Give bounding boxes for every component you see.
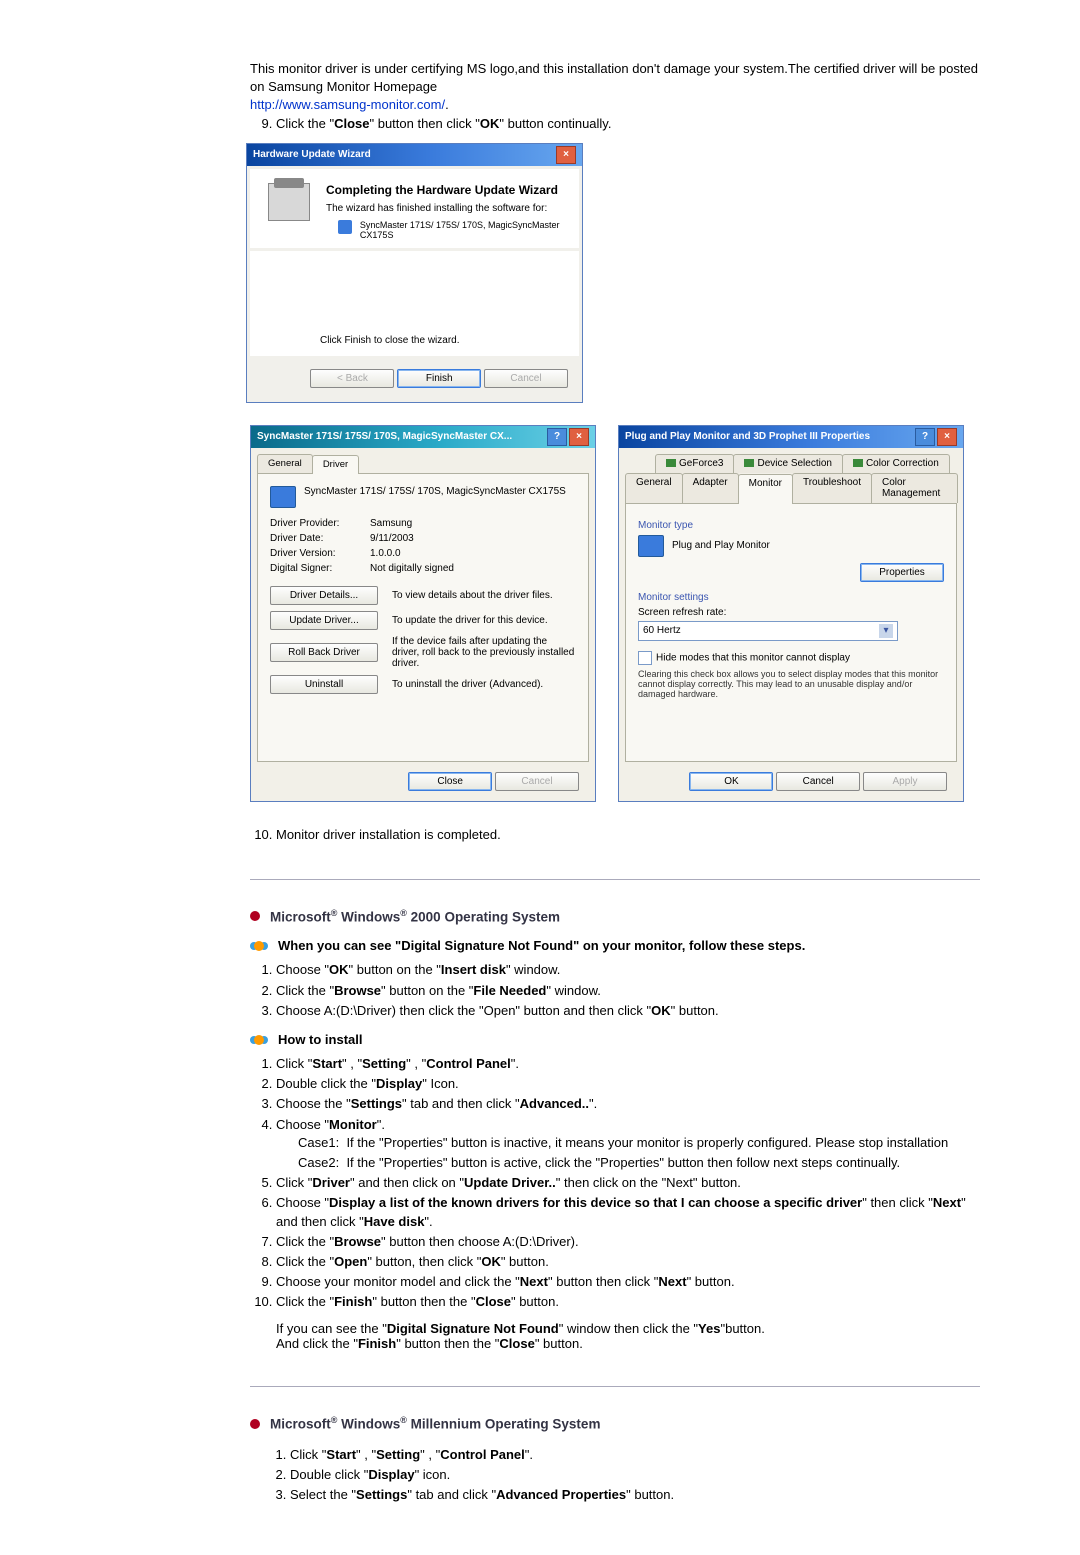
- bullet-o-icon: [250, 1033, 268, 1047]
- wizard-text: The wizard has finished installing the s…: [326, 203, 565, 214]
- bullet-o-icon: [250, 939, 268, 953]
- hide-modes-checkbox[interactable]: [638, 651, 652, 665]
- help-icon[interactable]: ?: [915, 428, 935, 446]
- wizard-titlebar: Hardware Update Wizard ×: [247, 144, 582, 166]
- w2000-case2: Case2: If the "Properties" button is act…: [298, 1154, 980, 1172]
- hide-modes-note: Clearing this check box allows you to se…: [638, 669, 944, 699]
- w2000-step-7: Click the "Browse" button then choose A:…: [276, 1233, 980, 1251]
- w2000-sig-step-2: Click the "Browse" button on the "File N…: [276, 982, 980, 1000]
- properties-button[interactable]: Properties: [860, 563, 944, 582]
- wizard-device: SyncMaster 171S/ 175S/ 170S, MagicSyncMa…: [360, 220, 565, 240]
- group-monitor-type: Monitor type: [638, 520, 944, 531]
- tab-general[interactable]: General: [625, 473, 683, 503]
- w2000-step-6: Choose "Display a list of the known driv…: [276, 1194, 980, 1230]
- driver-props-titlebar: SyncMaster 171S/ 175S/ 170S, MagicSyncMa…: [251, 426, 595, 448]
- monitor-icon: [270, 486, 296, 508]
- close-button[interactable]: Close: [408, 772, 492, 791]
- tab-geforce3[interactable]: GeForce3: [655, 454, 734, 473]
- ok-button[interactable]: OK: [689, 772, 773, 791]
- refresh-rate-label: Screen refresh rate:: [638, 607, 944, 618]
- tab-driver[interactable]: Driver: [312, 455, 359, 474]
- wme-step-3: Select the "Settings" tab and click "Adv…: [290, 1486, 980, 1504]
- help-icon[interactable]: ?: [547, 428, 567, 446]
- close-icon[interactable]: ×: [556, 146, 576, 164]
- w2000-step-4: Choose "Monitor". Case1: If the "Propert…: [276, 1116, 980, 1173]
- step-9: Click the "Close" button then click "OK"…: [276, 115, 980, 133]
- bullet-icon: [250, 1419, 260, 1429]
- w2000-subheader-2: How to install: [278, 1032, 363, 1047]
- nvidia-icon: [666, 459, 676, 467]
- w2000-step-5: Click "Driver" and then click on "Update…: [276, 1174, 980, 1192]
- tab-color-correction[interactable]: Color Correction: [842, 454, 950, 473]
- wme-step-2: Double click "Display" icon.: [290, 1466, 980, 1484]
- w2000-case1: Case1: If the "Properties" button is ina…: [298, 1134, 980, 1152]
- pnp-monitor-properties-dialog: Plug and Play Monitor and 3D Prophet III…: [618, 425, 964, 802]
- pnp-titlebar: Plug and Play Monitor and 3D Prophet III…: [619, 426, 963, 448]
- cancel-button: Cancel: [495, 772, 579, 791]
- section-divider: [250, 1386, 980, 1387]
- monitor-name: Plug and Play Monitor: [672, 540, 770, 551]
- hardware-update-wizard-dialog: Hardware Update Wizard × Completing the …: [246, 143, 583, 403]
- close-icon[interactable]: ×: [569, 428, 589, 446]
- roll-back-driver-button[interactable]: Roll Back Driver: [270, 643, 378, 662]
- driver-properties-dialog: SyncMaster 171S/ 175S/ 170S, MagicSyncMa…: [250, 425, 596, 802]
- w2000-step-10: Click the "Finish" button then the "Clos…: [276, 1293, 980, 1311]
- tab-monitor[interactable]: Monitor: [738, 474, 793, 504]
- w2000-step-8: Click the "Open" button, then click "OK"…: [276, 1253, 980, 1271]
- box-graphic-icon: [268, 183, 310, 221]
- nvidia-icon: [744, 459, 754, 467]
- section-divider: [250, 879, 980, 880]
- driver-details-button[interactable]: Driver Details...: [270, 586, 378, 605]
- w2000-step-1: Click "Start" , "Setting" , "Control Pan…: [276, 1055, 980, 1073]
- w2000-subheader-1: When you can see "Digital Signature Not …: [278, 938, 805, 953]
- tab-adapter[interactable]: Adapter: [682, 473, 739, 503]
- cancel-button[interactable]: Cancel: [776, 772, 860, 791]
- w2000-step-9: Choose your monitor model and click the …: [276, 1273, 980, 1291]
- device-name: SyncMaster 171S/ 175S/ 170S, MagicSyncMa…: [304, 486, 566, 497]
- intro-text: This monitor driver is under certifying …: [250, 60, 980, 115]
- wme-step-1: Click "Start" , "Setting" , "Control Pan…: [290, 1446, 980, 1464]
- group-monitor-settings: Monitor settings: [638, 592, 944, 603]
- chevron-down-icon: ▾: [879, 624, 893, 638]
- refresh-rate-dropdown[interactable]: 60 Hertz ▾: [638, 621, 898, 641]
- w2000-post-note: If you can see the "Digital Signature No…: [276, 1321, 980, 1351]
- w2000-step-2: Double click the "Display" Icon.: [276, 1075, 980, 1093]
- wizard-close-text: Click Finish to close the wizard.: [320, 335, 460, 346]
- update-driver-button[interactable]: Update Driver...: [270, 611, 378, 630]
- monitor-icon: [638, 535, 664, 557]
- back-button: < Back: [310, 369, 394, 388]
- monitor-icon: [338, 220, 352, 234]
- wizard-heading: Completing the Hardware Update Wizard: [326, 183, 565, 197]
- nvidia-icon: [853, 459, 863, 467]
- wme-section-title: Microsoft® Windows® Millennium Operating…: [270, 1415, 600, 1432]
- tab-color-management[interactable]: Color Management: [871, 473, 958, 503]
- close-icon[interactable]: ×: [937, 428, 957, 446]
- step-10: Monitor driver installation is completed…: [276, 826, 980, 844]
- w2000-section-title: Microsoft® Windows® 2000 Operating Syste…: [270, 908, 560, 925]
- w2000-step-3: Choose the "Settings" tab and then click…: [276, 1095, 980, 1113]
- homepage-link[interactable]: http://www.samsung-monitor.com/: [250, 97, 445, 112]
- w2000-sig-step-1: Choose "OK" button on the "Insert disk" …: [276, 961, 980, 979]
- cancel-button: Cancel: [484, 369, 568, 388]
- tab-troubleshoot[interactable]: Troubleshoot: [792, 473, 872, 503]
- uninstall-button[interactable]: Uninstall: [270, 675, 378, 694]
- bullet-icon: [250, 911, 260, 921]
- tab-general[interactable]: General: [257, 454, 313, 473]
- finish-button[interactable]: Finish: [397, 369, 481, 388]
- apply-button: Apply: [863, 772, 947, 791]
- tab-device-selection[interactable]: Device Selection: [733, 454, 842, 473]
- w2000-sig-step-3: Choose A:(D:\Driver) then click the "Ope…: [276, 1002, 980, 1020]
- hide-modes-label: Hide modes that this monitor cannot disp…: [656, 652, 850, 663]
